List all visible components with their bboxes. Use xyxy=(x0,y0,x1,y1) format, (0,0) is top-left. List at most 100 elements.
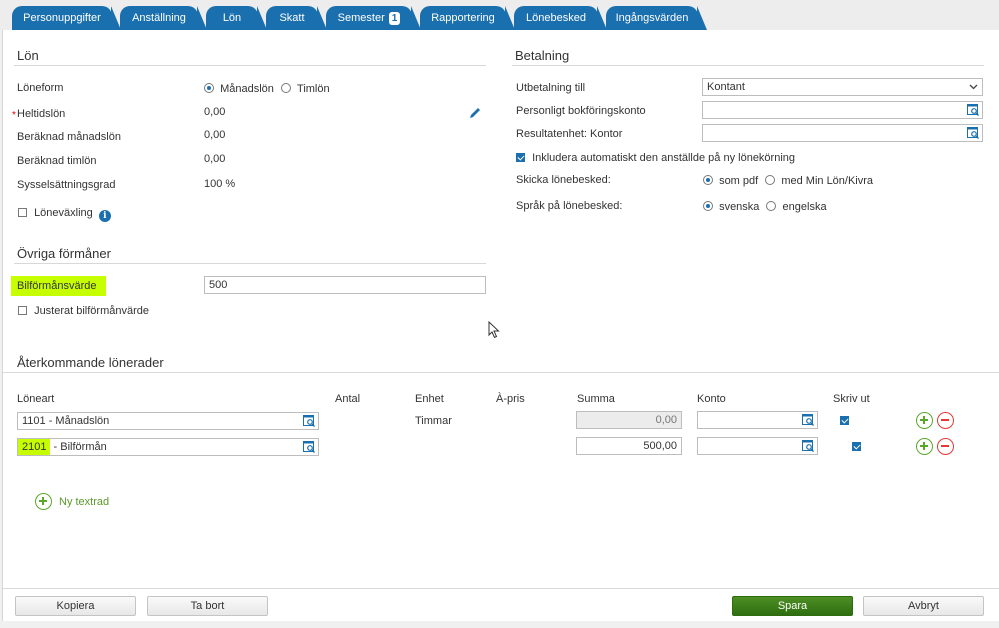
radio-svenska[interactable] xyxy=(703,201,713,211)
info-icon[interactable]: i xyxy=(98,210,111,222)
tab-ingangsvarden[interactable]: Ingångsvärden xyxy=(606,6,707,30)
section-title-ovriga: Övriga förmåner xyxy=(17,246,111,261)
sprak-label: Språk på lönebesked: xyxy=(516,200,623,212)
utbetalning-label: Utbetalning till xyxy=(516,82,586,94)
tab-label: Skatt xyxy=(279,12,305,24)
summa-input[interactable]: 500,00 xyxy=(576,437,682,455)
skicka-radio-group: som pdf med Min Lön/Kivra xyxy=(703,175,873,187)
section-title-recurring: Återkommande lönerader xyxy=(17,355,164,370)
radio-label: engelska xyxy=(782,201,827,213)
tab-label: Lön xyxy=(222,12,242,24)
summa-input: 0,00 xyxy=(576,411,682,429)
lonevaxling-checkbox[interactable] xyxy=(18,208,27,217)
col-header-apris: À-pris xyxy=(496,393,525,405)
syssel-value: 100 % xyxy=(204,178,236,190)
col-header-summa: Summa xyxy=(577,393,615,405)
add-row-icon[interactable] xyxy=(916,438,933,455)
tab-label: Personuppgifter xyxy=(23,12,101,24)
add-icon xyxy=(35,493,52,510)
bilformansvarde-label: Bilförmånsvärde xyxy=(17,280,97,292)
bilformansvarde-input[interactable]: 500 xyxy=(204,276,486,294)
lookup-icon[interactable] xyxy=(802,414,815,426)
lookup-icon[interactable] xyxy=(967,127,980,139)
tab-badge: 1 xyxy=(388,11,401,25)
loneform-radio-group: Månadslön Timlön xyxy=(204,83,330,95)
col-header-antal: Antal xyxy=(335,393,361,405)
konto-input[interactable] xyxy=(697,411,818,429)
ber-manadslon-label: Beräknad månadslön xyxy=(17,131,121,143)
radio-engelska[interactable] xyxy=(766,201,777,211)
skicka-label: Skicka lönebesked: xyxy=(516,174,611,186)
required-marker: * xyxy=(12,110,16,121)
justerat-label: Justerat bilförmånvärde xyxy=(34,305,150,317)
tab-label: Semester xyxy=(337,12,385,24)
tab-label: Anställning xyxy=(132,12,186,24)
lookup-icon[interactable] xyxy=(967,104,980,116)
utbetalning-value: Kontant xyxy=(707,81,745,93)
tab-label: Rapportering xyxy=(431,12,495,24)
utbetalning-select[interactable]: Kontant xyxy=(702,78,983,96)
radio-label: som pdf xyxy=(719,175,759,187)
tab-rapportering[interactable]: Rapportering xyxy=(420,6,515,30)
col-header-loneart: Löneart xyxy=(17,393,55,405)
remove-row-icon[interactable] xyxy=(937,412,954,429)
add-row-icon[interactable] xyxy=(916,412,933,429)
loneart-input[interactable]: 2101 - Bilförmån xyxy=(17,438,319,456)
justerat-checkbox[interactable] xyxy=(18,306,27,315)
skriv-ut-checkbox[interactable] xyxy=(840,416,849,425)
tab-skatt[interactable]: Skatt xyxy=(266,6,327,30)
section-title-lon: Lön xyxy=(17,48,39,63)
heltidslon-value: 0,00 xyxy=(204,106,226,118)
kopiera-button[interactable]: Kopiera xyxy=(15,596,136,616)
syssel-label: Sysselsättningsgrad xyxy=(17,179,116,191)
chevron-down-icon xyxy=(969,84,978,90)
col-header-enhet: Enhet xyxy=(415,393,444,405)
spara-button[interactable]: Spara xyxy=(732,596,853,616)
tab-label: Lönebesked xyxy=(526,12,586,24)
loneart-value: - Bilförmån xyxy=(50,441,107,453)
bokforing-input[interactable] xyxy=(702,101,983,119)
col-header-konto: Konto xyxy=(697,393,726,405)
tab-personuppgifter[interactable]: Personuppgifter xyxy=(12,6,121,30)
lonevaxling-row: Löneväxling i xyxy=(18,207,111,222)
ta-bort-button[interactable]: Ta bort xyxy=(147,596,268,616)
divider xyxy=(512,65,984,66)
bokforing-label: Personligt bokföringskonto xyxy=(516,105,646,117)
radio-som-pdf[interactable] xyxy=(703,175,713,185)
divider xyxy=(14,65,486,66)
tab-lon[interactable]: Lön xyxy=(206,6,267,30)
lookup-icon[interactable] xyxy=(802,440,815,452)
inkludera-label: Inkludera automatiskt den anställde på n… xyxy=(532,152,796,164)
resultat-input[interactable] xyxy=(702,124,983,142)
radio-timlon[interactable] xyxy=(280,83,291,93)
skriv-ut-checkbox[interactable] xyxy=(852,442,862,451)
heltidslon-label: Heltidslön xyxy=(17,108,66,120)
tab-bar: Personuppgifter Anställning Lön Skatt Se… xyxy=(0,0,999,30)
avbryt-button[interactable]: Avbryt xyxy=(863,596,984,616)
justerat-row: Justerat bilförmånvärde xyxy=(18,305,149,317)
radio-min-lon-kivra[interactable] xyxy=(765,175,776,185)
divider xyxy=(3,372,999,373)
radio-label: Timlön xyxy=(297,83,330,95)
lookup-icon[interactable] xyxy=(303,415,316,427)
inkludera-checkbox[interactable] xyxy=(516,153,525,162)
footer-divider xyxy=(3,588,999,589)
section-title-betalning: Betalning xyxy=(515,48,570,63)
lookup-icon[interactable] xyxy=(303,441,316,453)
inkludera-row: Inkludera automatiskt den anställde på n… xyxy=(516,152,795,164)
tab-semester[interactable]: Semester 1 xyxy=(326,6,421,30)
resultat-label: Resultatenhet: Kontor xyxy=(516,128,623,140)
sprak-radio-group: svenska engelska xyxy=(703,201,827,213)
radio-label: Månadslön xyxy=(220,83,274,95)
remove-row-icon[interactable] xyxy=(937,438,954,455)
ny-textrad-button[interactable]: Ny textrad xyxy=(35,493,109,510)
radio-manadslon[interactable] xyxy=(204,83,214,93)
tab-anstallning[interactable]: Anställning xyxy=(120,6,207,30)
ber-timlon-label: Beräknad timlön xyxy=(17,155,97,167)
tab-lonebesked[interactable]: Lönebesked xyxy=(514,6,607,30)
loneart-input[interactable]: 1101 - Månadslön xyxy=(17,412,319,430)
pencil-icon[interactable] xyxy=(468,106,482,120)
enhet-value: Timmar xyxy=(415,415,452,427)
konto-input[interactable] xyxy=(697,437,818,455)
ber-timlon-value: 0,00 xyxy=(204,153,226,165)
